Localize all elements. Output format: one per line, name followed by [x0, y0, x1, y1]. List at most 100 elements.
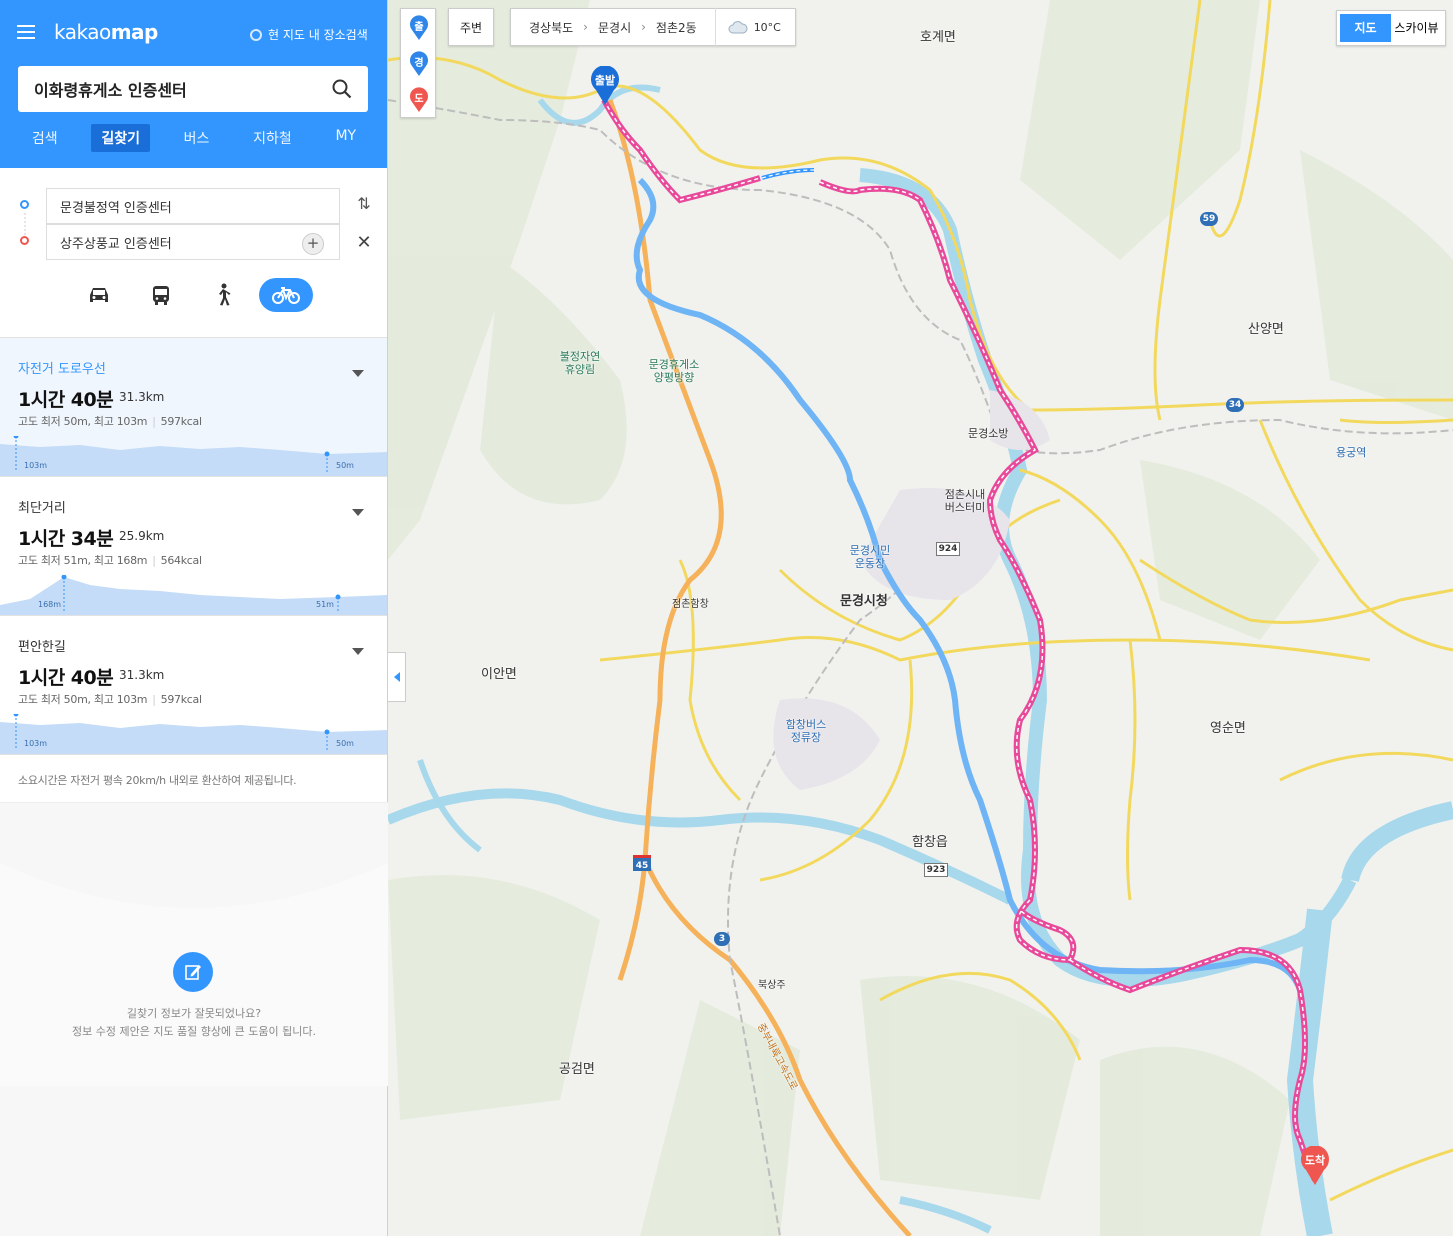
expand-arrow-icon[interactable] — [352, 648, 364, 655]
cloud-icon — [728, 21, 748, 34]
swap-icon[interactable]: ⇅ — [354, 194, 374, 218]
map-canvas[interactable]: 호계면 산양면 이안면 영순면 함창읍 공검면 문경시청 불정자연 휴양림 문경… — [388, 0, 1453, 1236]
breadcrumb-district[interactable]: 점촌2동 — [656, 19, 697, 36]
place-label[interactable]: 호계면 — [920, 26, 956, 45]
origin-field[interactable]: 문경불정역 인증센터 — [46, 188, 340, 224]
menu-icon[interactable] — [17, 25, 35, 39]
mode-walk-button[interactable] — [196, 278, 250, 312]
city-hall-label[interactable]: 문경시청 — [840, 590, 888, 609]
road-number: 924 — [936, 542, 960, 556]
tab-bus[interactable]: 버스 — [174, 124, 220, 152]
feedback-section — [0, 802, 388, 1086]
divider — [714, 8, 716, 46]
bike-icon — [272, 287, 300, 304]
route-distance: 31.3km — [119, 668, 165, 682]
origin-pin-button[interactable]: 출 — [409, 15, 429, 41]
mode-bus-button[interactable] — [134, 278, 188, 312]
logo-bold: map — [110, 20, 159, 44]
end-label: 도착 — [1304, 1154, 1326, 1167]
elevation-high-label: 103m — [24, 461, 48, 470]
elevation-graph — [0, 714, 387, 754]
poi-label[interactable]: 문경시민 운동장 — [846, 544, 894, 570]
waypoint-pin-label: 경 — [414, 58, 424, 69]
tab-search[interactable]: 검색 — [22, 124, 68, 152]
destination-pin-button[interactable]: 도 — [409, 87, 429, 113]
logo[interactable]: kakaomap — [54, 20, 158, 44]
destination-field[interactable]: 상주상풍교 인증센터 — [46, 224, 340, 260]
breadcrumb-city[interactable]: 문경시 — [598, 19, 631, 36]
search-icon[interactable] — [332, 79, 352, 99]
pin-controls: 출 경 도 — [400, 8, 436, 118]
elevation-low-label: 51m — [316, 600, 334, 609]
place-label[interactable]: 산양면 — [1248, 318, 1284, 337]
elevation-low-label: 50m — [336, 461, 354, 470]
road-number: 923 — [924, 863, 948, 877]
feedback-background — [0, 803, 388, 908]
expand-arrow-icon[interactable] — [352, 370, 364, 377]
poi-label[interactable]: 용궁역 — [1336, 444, 1366, 460]
elevation-low-label: 50m — [336, 739, 354, 748]
road-number: 45 — [633, 855, 651, 871]
mode-bike-button[interactable] — [259, 278, 313, 312]
expand-arrow-icon[interactable] — [352, 509, 364, 516]
route-time: 1시간 40분 — [18, 389, 114, 411]
elevation-text: 고도 최저 50m, 최고 103m — [18, 415, 148, 428]
mode-car-button[interactable] — [72, 278, 126, 312]
route-elevation-info: 고도 최저 50m, 최고 103m | 597kcal — [18, 415, 202, 428]
poi-label[interactable]: 점촌시내 버스터미 — [940, 488, 990, 514]
destination-dot-icon — [20, 236, 29, 245]
add-waypoint-button[interactable]: + — [302, 233, 324, 255]
place-label[interactable]: 영순면 — [1210, 717, 1246, 736]
poi-label[interactable]: 문경휴게소 양평방향 — [646, 358, 702, 384]
search-input[interactable] — [34, 79, 332, 99]
end-marker[interactable]: 도착 — [1300, 1146, 1330, 1186]
kcal-text: 597kcal — [160, 415, 202, 428]
tab-my[interactable]: MY — [325, 124, 366, 152]
route-option[interactable]: 자전거 도로우선 1시간 40분 31.3km 고도 최저 50m, 최고 10… — [0, 338, 387, 477]
route-option[interactable]: 최단거리 1시간 34분 25.9km 고도 최저 51m, 최고 168m | 5… — [0, 477, 387, 616]
map-base — [388, 0, 1453, 1236]
collapse-panel-button[interactable] — [388, 652, 406, 702]
route-option[interactable]: 편안한길 1시간 40분 31.3km 고도 최저 50m, 최고 103m | 5… — [0, 616, 387, 755]
nearby-button[interactable]: 주변 — [448, 8, 494, 46]
route-time: 1시간 40분 — [18, 667, 114, 689]
clear-icon[interactable]: ✕ — [354, 232, 374, 254]
walk-icon — [219, 283, 231, 306]
start-marker[interactable]: 출발 — [590, 66, 620, 106]
map-type-toggle: 지도 스카이뷰 — [1336, 10, 1446, 46]
place-label[interactable]: 이안면 — [481, 663, 517, 682]
elevation-high-label: 168m — [38, 600, 62, 609]
place-label[interactable]: 함창읍 — [912, 831, 948, 850]
poi-label[interactable]: 북상주 — [758, 976, 786, 991]
edit-icon — [185, 965, 201, 980]
map-type-map[interactable]: 지도 — [1340, 14, 1391, 42]
route-name: 최단거리 — [18, 501, 66, 516]
elevation-text: 고도 최저 51m, 최고 168m — [18, 554, 148, 567]
chevron-right-icon: › — [583, 20, 588, 34]
tab-directions[interactable]: 길찾기 — [91, 124, 150, 152]
poi-label[interactable]: 점촌함창 — [672, 595, 709, 610]
map-area-search-label: 현 지도 내 장소검색 — [268, 28, 368, 42]
feedback-button[interactable] — [173, 952, 213, 992]
weather-temp: 10°C — [753, 20, 781, 34]
place-label[interactable]: 공검면 — [559, 1058, 595, 1077]
search-box — [18, 66, 368, 112]
route-distance: 31.3km — [119, 390, 165, 404]
poi-label[interactable]: 함창버스 정류장 — [783, 718, 829, 744]
bus-icon — [153, 286, 169, 305]
nav-tabs: 검색 길찾기 버스 지하철 MY — [0, 124, 388, 152]
elevation-high-label: 103m — [24, 739, 48, 748]
waypoint-pin-button[interactable]: 경 — [409, 51, 429, 77]
car-icon — [90, 288, 108, 302]
logo-light: kakao — [54, 20, 111, 44]
poi-label[interactable]: 불정자연 휴양림 — [558, 350, 602, 376]
feedback-text: 길찾기 정보가 잘못되었나요? 정보 수정 제안은 지도 품질 향상에 큰 도움… — [0, 1005, 388, 1041]
map-area-search[interactable]: 현 지도 내 장소검색 — [250, 26, 368, 43]
feedback-line1: 길찾기 정보가 잘못되었나요? — [126, 1007, 262, 1020]
map-type-skyview[interactable]: 스카이뷰 — [1391, 14, 1442, 42]
breadcrumb-province[interactable]: 경상북도 — [529, 19, 573, 36]
feedback-line2: 정보 수정 제안은 지도 품질 향상에 큰 도움이 됩니다. — [72, 1025, 316, 1038]
tab-subway[interactable]: 지하철 — [243, 124, 302, 152]
poi-label[interactable]: 문경소방 — [968, 425, 1008, 441]
radio-icon — [250, 28, 262, 41]
